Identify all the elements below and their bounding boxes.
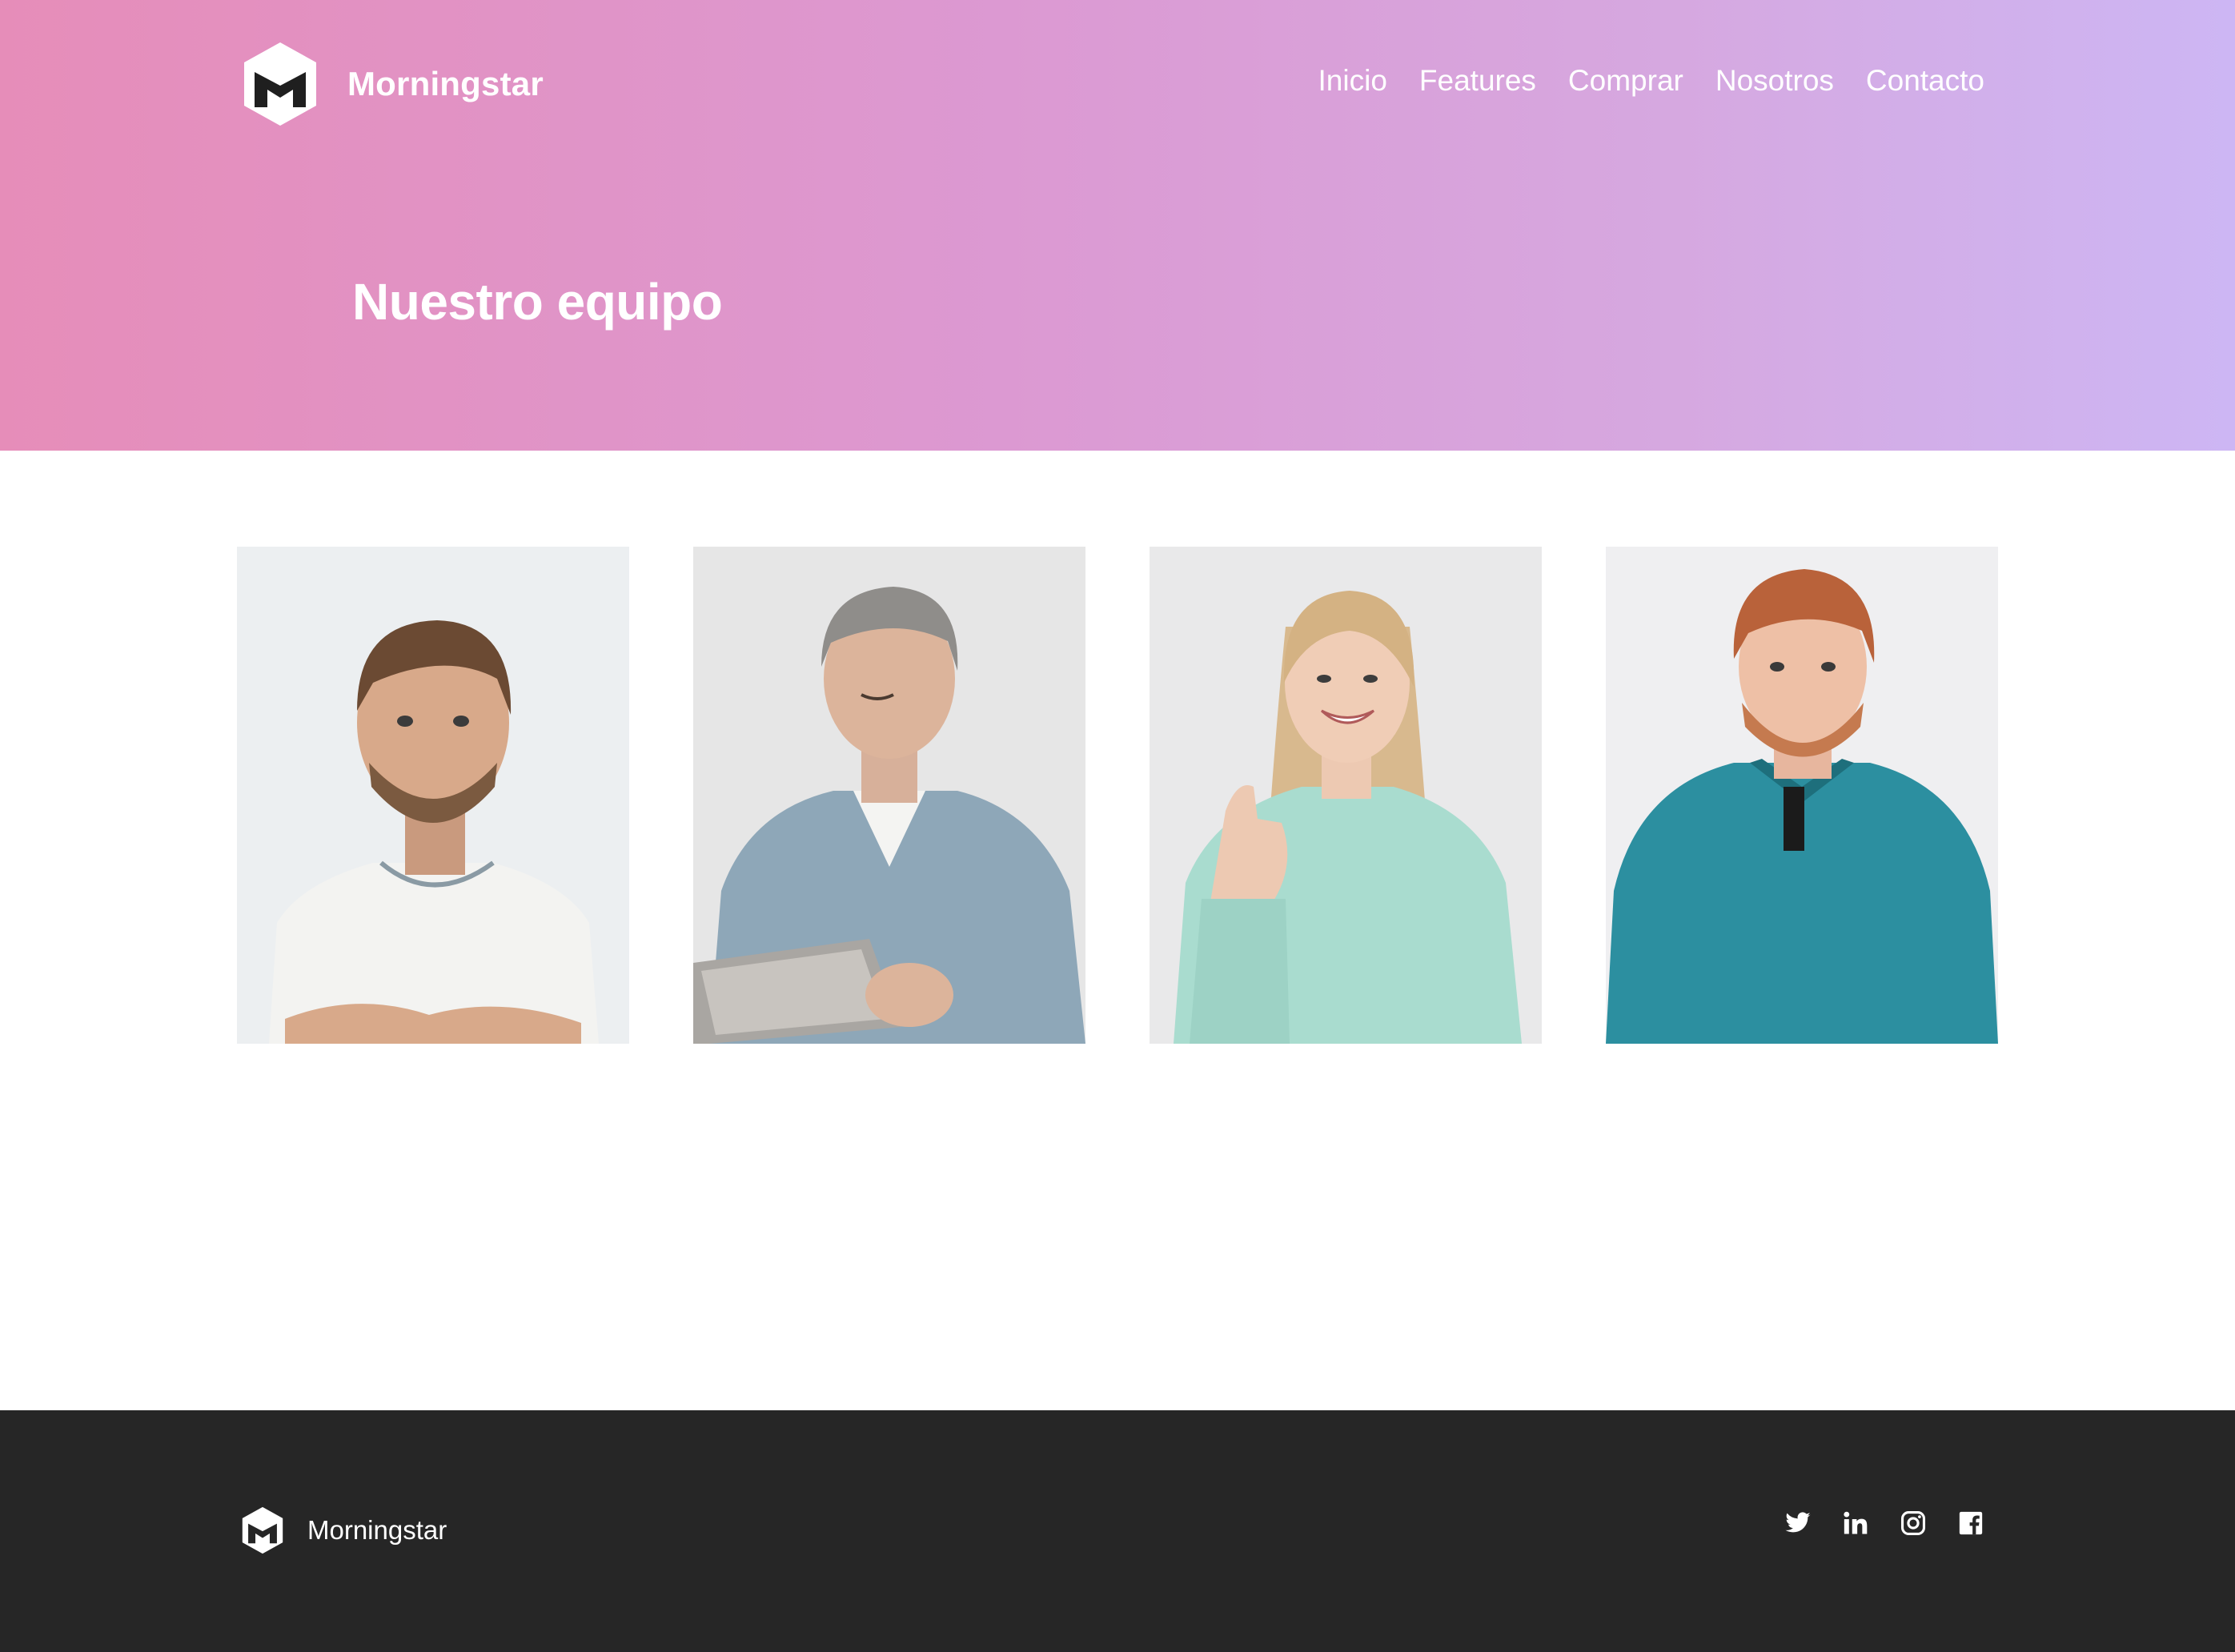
hero-header: Morningstar Inicio Features Comprar Noso… — [0, 0, 2235, 451]
hexagon-m-logo-icon — [244, 42, 316, 126]
social-links — [1784, 1510, 1984, 1537]
footer-brand-name: Morningstar — [307, 1515, 447, 1545]
facebook-icon[interactable] — [1957, 1510, 1984, 1537]
nav-item-comprar[interactable]: Comprar — [1568, 64, 1683, 98]
hexagon-m-logo-icon — [242, 1506, 283, 1554]
team-member-photo-3 — [1150, 547, 1542, 1044]
nav-item-features[interactable]: Features — [1419, 64, 1536, 98]
team-member-photo-4 — [1606, 547, 1998, 1044]
team-member-photo-2 — [693, 547, 1085, 1044]
main-nav: Inicio Features Comprar Nosotros Contact… — [1318, 56, 1984, 106]
footer-brand-link[interactable]: Morningstar — [240, 1505, 447, 1556]
nav-item-inicio[interactable]: Inicio — [1318, 64, 1387, 98]
nav-item-contacto[interactable]: Contacto — [1866, 64, 1984, 98]
team-member-photo-1 — [237, 547, 629, 1044]
nav-item-nosotros[interactable]: Nosotros — [1715, 64, 1834, 98]
linkedin-icon[interactable] — [1842, 1510, 1869, 1537]
team-gallery — [237, 547, 1998, 1044]
twitter-icon[interactable] — [1784, 1510, 1812, 1537]
site-footer: Morningstar — [0, 1410, 2235, 1652]
page-title: Nuestro equipo — [352, 273, 723, 331]
instagram-icon[interactable] — [1900, 1510, 1927, 1537]
brand-logo-link[interactable]: Morningstar — [240, 40, 544, 128]
brand-name: Morningstar — [347, 65, 544, 102]
